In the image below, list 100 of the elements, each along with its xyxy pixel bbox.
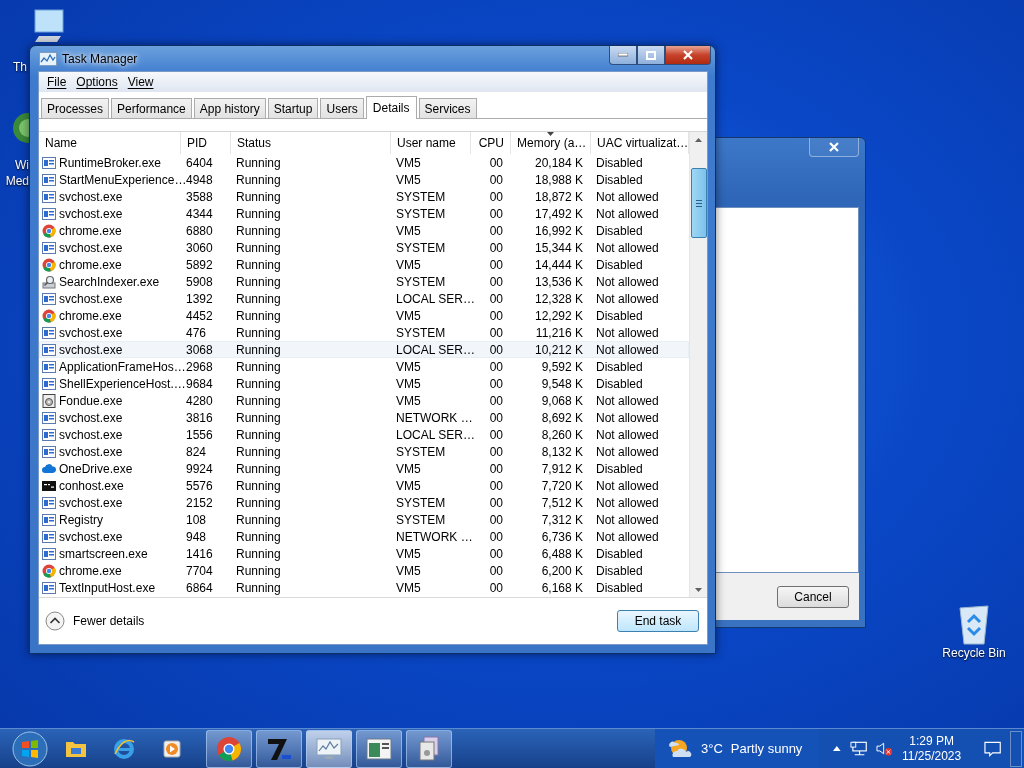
weather-condition[interactable]: Partly sunny [730,741,803,756]
menu-item[interactable]: View [122,73,159,91]
tab[interactable]: Startup [267,98,319,118]
table-cell-text: Not allowed [595,239,660,256]
table-cell-text: 476 [185,324,208,341]
table-cell-text: Disabled [595,545,644,562]
taskbar-button[interactable] [256,729,302,768]
table-cell-text: SYSTEM [395,494,447,511]
performance-monitor-icon [316,737,342,760]
table-cell-text: Running [235,477,282,494]
application-icon [42,444,56,459]
windows-orb-icon [12,730,48,767]
table-cell-text: 14,444 K [533,256,584,273]
taskbar-button[interactable] [356,729,402,768]
row-highlight[interactable]: svchost.exe 3068 Running LOCAL SER… 00 10,212 K Not allowed [39,341,689,358]
table-cell-text: 15,344 K [533,239,584,256]
minimize-button[interactable] [609,46,637,65]
tab[interactable]: Performance [111,98,192,118]
table-cell-text: Not allowed [595,426,660,443]
table-cell-text: VM5 [395,460,422,477]
chrome-icon [42,223,56,238]
table-cell-text: 1416 [185,545,214,562]
taskbar-button[interactable] [306,729,352,768]
table-cell-text: Not allowed [595,273,660,290]
application-icon [42,359,56,374]
table-cell-text: VM5 [395,477,422,494]
browser-e-icon [113,737,135,760]
table-cell-text: 20,184 K [533,154,584,171]
table-cell-text: 00 [488,579,504,596]
close-button[interactable] [665,46,711,65]
application-icon [42,495,56,510]
table-cell-text: VM5 [395,222,422,239]
table-cell-text: SYSTEM [395,324,447,341]
scrollbar[interactable] [689,132,707,597]
fewer-details-link[interactable]: Fewer details [73,614,145,628]
menu-item[interactable]: Options [71,73,123,91]
process-name: RuntimeBroker.exe [59,155,162,170]
taskbar-button[interactable] [406,729,452,768]
end-task-button[interactable]: End task [617,610,699,632]
menu-item[interactable]: File [42,73,72,91]
table-cell-text: Not allowed [595,511,660,528]
clock-time[interactable]: 1:29 PM [909,733,954,749]
table-cell-text: 00 [488,290,504,307]
tab[interactable]: Details [365,96,417,119]
grip-icon [695,199,702,207]
column-header[interactable]: Memory (a… [511,132,591,154]
table-cell-text: VM5 [395,562,422,579]
close-button[interactable] [809,138,859,157]
table-cell-text: 00 [488,205,504,222]
column-header[interactable]: Name [39,132,181,154]
maximize-button[interactable] [637,46,665,65]
table-cell-text: Not allowed [595,443,660,460]
table-cell-text: 00 [488,562,504,579]
scroll-down-icon [695,588,702,592]
scroll-thumb[interactable] [690,168,707,238]
table-cell-text: SYSTEM [395,511,447,528]
table-cell-text: VM5 [395,579,422,596]
application-icon [42,291,56,306]
application-icon [42,206,56,221]
table-cell-text: 11,216 K [534,324,584,341]
application-icon [42,512,56,527]
column-header[interactable]: User name [391,132,471,154]
column-header[interactable]: PID [181,132,231,154]
table-cell-text: Running [235,460,282,477]
table-cell-text: 12,328 K [533,290,584,307]
process-name: svchost.exe [59,495,123,510]
tab[interactable]: Services [418,98,477,118]
table-cell-text: 00 [488,358,504,375]
table-cell-text: 1392 [185,290,214,307]
chrome-icon [42,308,56,323]
cancel-button[interactable]: Cancel [777,585,849,608]
tab[interactable]: Processes [41,98,110,118]
application-icon [42,342,56,357]
table-cell-text: SYSTEM [395,443,447,460]
process-name: conhost.exe [59,478,124,493]
tab[interactable]: App history [193,98,266,118]
table-cell-text: 5908 [185,273,214,290]
table-cell-text: 16,992 K [533,222,584,239]
table-cell-text: NETWORK … [395,528,471,545]
column-header[interactable]: CPU [471,132,511,154]
table-cell-text: 00 [488,273,504,290]
table-cell-text: Running [235,256,282,273]
process-name: svchost.exe [59,206,123,221]
tab[interactable]: Users [320,98,364,118]
cloud-icon [42,461,56,476]
process-name: Fondue.exe [59,393,123,408]
table-cell-text: 108 [185,511,208,528]
process-name: svchost.exe [59,529,123,544]
taskbar-button[interactable] [206,729,252,768]
temperature[interactable]: 3°C [701,741,723,756]
clock-date[interactable]: 11/25/2023 [902,748,962,764]
table-cell-text: 00 [488,426,504,443]
table-cell-text: 10,212 K [533,341,584,358]
table-cell-text: VM5 [395,375,422,392]
process-name: StartMenuExperience… [59,172,187,187]
table-cell-text: Not allowed [595,409,660,426]
column-header[interactable]: Status [231,132,391,154]
table-cell-text: Not allowed [595,494,660,511]
table-cell-text: Disabled [595,562,644,579]
table-cell-text: Disabled [595,171,644,188]
